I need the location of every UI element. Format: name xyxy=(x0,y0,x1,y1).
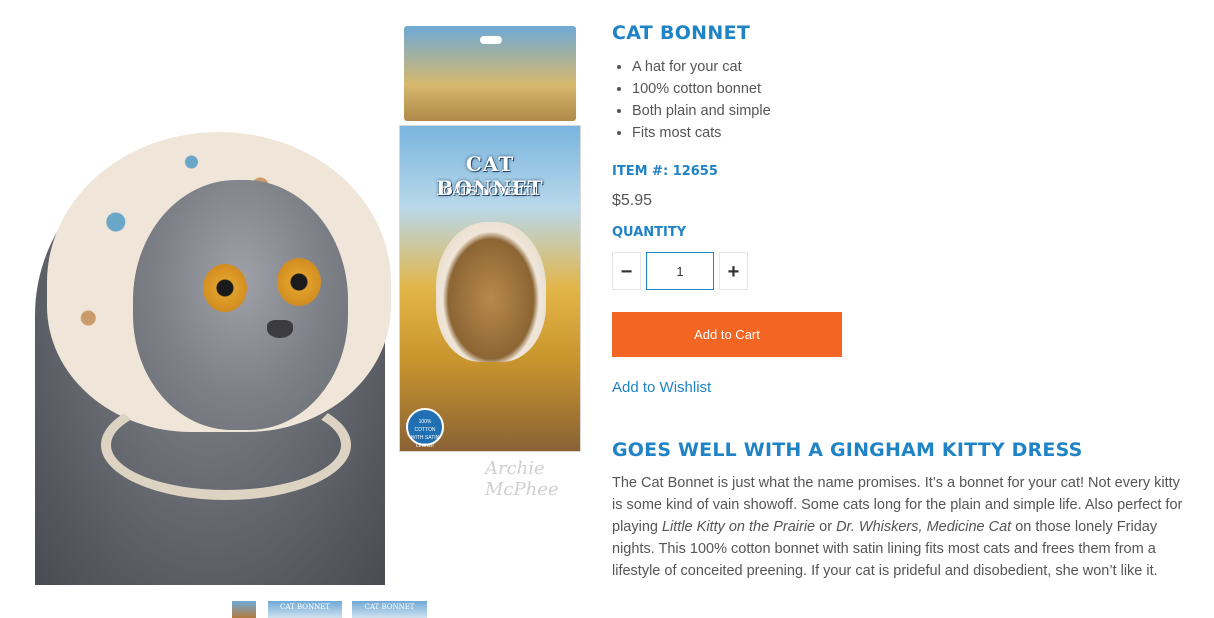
add-to-wishlist-link[interactable]: Add to Wishlist xyxy=(612,379,711,396)
hang-hole xyxy=(480,36,502,44)
thumbnail-1[interactable] xyxy=(232,601,256,618)
cat-eye-right xyxy=(277,258,321,306)
feature-item: A hat for your cat xyxy=(632,56,771,78)
feature-list: A hat for your cat 100% cotton bonnet Bo… xyxy=(612,56,771,144)
add-to-cart-button[interactable]: Add to Cart xyxy=(612,312,842,357)
cat-nose xyxy=(267,320,293,338)
quantity-stepper: − + xyxy=(612,252,750,292)
product-main-image[interactable]: CAT BONNET CATS LOVE IT! 100% COTTON WIT… xyxy=(35,20,595,585)
feature-item: Both plain and simple xyxy=(632,100,771,122)
bonnet-tie-illustration xyxy=(101,390,351,500)
quantity-decrease-button[interactable]: − xyxy=(612,252,641,290)
product-description: The Cat Bonnet is just what the name pro… xyxy=(612,472,1192,582)
product-price: $5.95 xyxy=(612,192,653,209)
feature-item: 100% cotton bonnet xyxy=(632,78,771,100)
package-front: CAT BONNET CATS LOVE IT! 100% COTTON WIT… xyxy=(400,126,580,451)
quantity-label: QUANTITY xyxy=(612,225,687,240)
product-title: CAT BONNET xyxy=(612,22,751,44)
package-cat-photo xyxy=(436,222,546,362)
brand-watermark: Archie McPhee xyxy=(485,458,559,500)
package-subtitle: CATS LOVE IT! xyxy=(443,184,537,198)
package-header-card xyxy=(404,26,576,121)
description-text: or xyxy=(815,519,837,535)
description-heading: GOES WELL WITH A GINGHAM KITTY DRESS xyxy=(612,439,1083,461)
description-italic-title: Little Kitty on the Prairie xyxy=(661,519,816,535)
thumbnail-2[interactable]: CAT BONNET xyxy=(268,601,342,618)
description-italic-title: Dr. Whiskers, Medicine Cat xyxy=(836,519,1012,535)
quantity-input[interactable] xyxy=(646,252,714,290)
product-package-image: CAT BONNET CATS LOVE IT! 100% COTTON WIT… xyxy=(400,26,580,451)
thumbnail-3[interactable]: CAT BONNET xyxy=(352,601,427,618)
cat-eye-left xyxy=(203,264,247,312)
quantity-increase-button[interactable]: + xyxy=(719,252,748,290)
item-number: ITEM #: 12655 xyxy=(612,164,718,179)
feature-item: Fits most cats xyxy=(632,122,771,144)
package-badge: 100% COTTON WITH SATIN LINING! xyxy=(406,408,444,449)
